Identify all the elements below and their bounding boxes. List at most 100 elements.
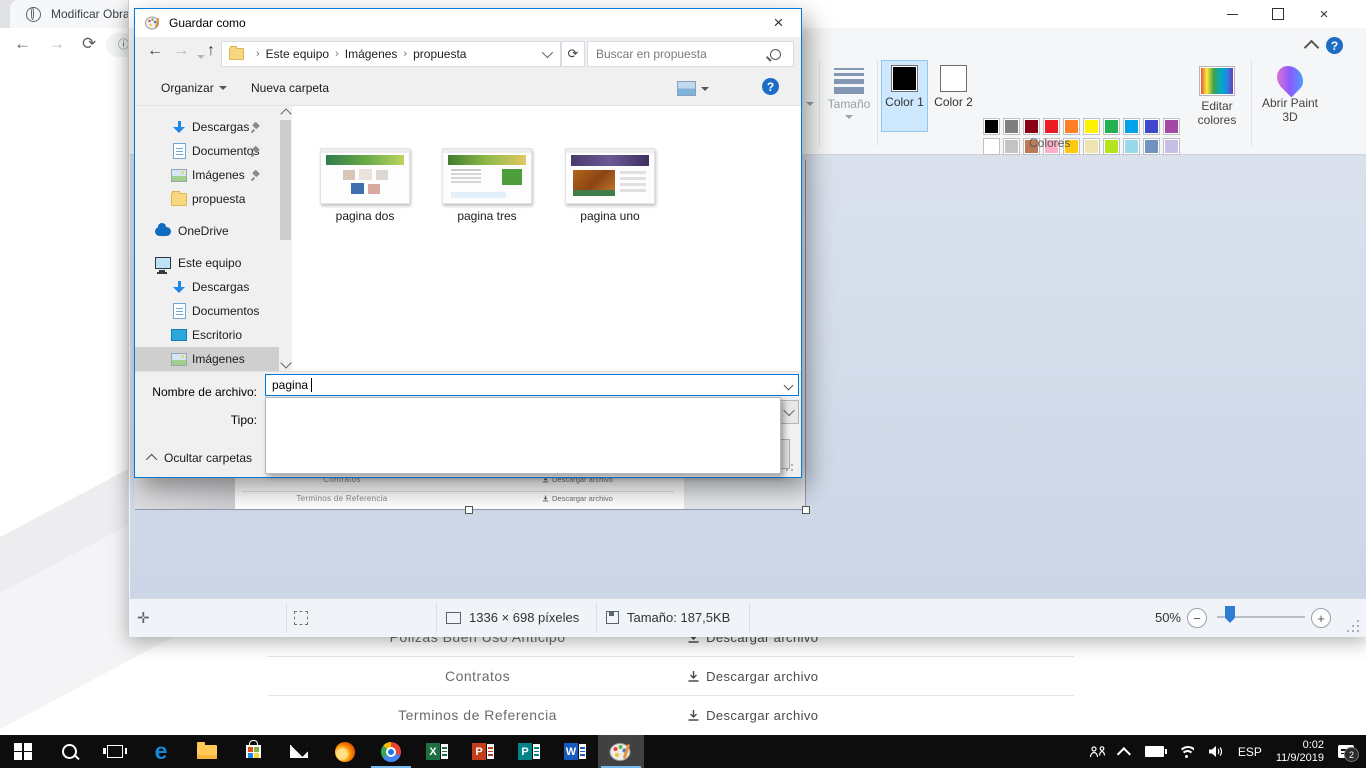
refresh-button[interactable]: ⟳ [561,41,585,67]
taskbar-search-button[interactable] [46,735,92,768]
sidebar-item-descargas2[interactable]: Descargas [135,275,279,299]
window-resize-grip[interactable] [1347,620,1359,632]
palette-swatch[interactable] [1123,118,1140,135]
palette-swatch[interactable] [983,138,1000,155]
scrollbar-thumb[interactable] [280,120,291,240]
maximize-button[interactable] [1255,0,1301,28]
palette-swatch[interactable] [1083,138,1100,155]
search-box[interactable]: Buscar en propuesta [587,41,794,67]
scroll-up-icon[interactable] [280,108,291,119]
palette-swatch[interactable] [1083,118,1100,135]
palette-swatch[interactable] [1063,118,1080,135]
open-paint3d-button[interactable]: Abrir Paint 3D [1257,60,1323,132]
people-button[interactable] [1082,735,1114,768]
taskbar-firefox[interactable] [322,735,368,768]
file-item[interactable]: pagina dos [320,148,410,223]
volume-indicator[interactable] [1201,735,1231,768]
taskbar-edge[interactable]: e [138,735,184,768]
taskbar-store[interactable] [230,735,276,768]
collapse-ribbon-icon[interactable] [1304,40,1320,56]
task-view-button[interactable] [92,735,138,768]
color1-button[interactable]: Color 1 [881,60,928,132]
canvas-resize-handle[interactable] [802,506,810,514]
zoom-out-button[interactable]: − [1187,608,1207,628]
file-list-area[interactable]: pagina dos pagina tres [292,106,801,371]
close-button[interactable]: × [1301,0,1347,28]
palette-swatch[interactable] [1003,138,1020,155]
nav-history-dropdown-icon[interactable] [197,55,205,59]
palette-swatch[interactable] [1143,138,1160,155]
view-options-button[interactable] [677,81,709,96]
sidebar-item-documentos2[interactable]: Documentos [135,299,279,323]
palette-swatch[interactable] [1163,118,1180,135]
action-center-button[interactable]: 2 [1331,735,1366,768]
hide-folders-button[interactable]: Ocultar carpetas [149,451,252,465]
sidebar-item-propuesta[interactable]: propuesta [135,187,279,211]
filetype-dropdown-button[interactable] [778,400,799,424]
sidebar-scrollbar[interactable] [279,106,292,371]
scroll-down-icon[interactable] [280,357,291,368]
taskbar-mail[interactable] [276,735,322,768]
sidebar-item-onedrive[interactable]: OneDrive [135,219,279,243]
browser-reload-icon[interactable]: ⟳ [82,34,96,54]
size-button[interactable]: Tamaño [823,60,875,132]
language-indicator[interactable]: ESP [1231,735,1269,768]
sidebar-item-este-equipo[interactable]: Este equipo [135,251,279,275]
minimize-button[interactable] [1209,0,1255,28]
taskbar-excel[interactable]: X [414,735,460,768]
sidebar-item-documentos[interactable]: Documentos [135,139,279,163]
nav-up-icon[interactable]: ↑ [207,42,215,60]
new-folder-button[interactable]: Nueva carpeta [251,81,329,95]
taskbar-publisher[interactable]: P [506,735,552,768]
dialog-close-button[interactable]: × [756,9,801,37]
palette-swatch[interactable] [1023,118,1040,135]
hidden-group-dropdown-icon[interactable] [806,102,814,106]
sidebar-item-descargas[interactable]: Descargas [135,115,279,139]
zoom-slider-thumb[interactable] [1225,606,1235,623]
palette-swatch[interactable] [1163,138,1180,155]
file-item[interactable]: pagina uno [565,148,655,223]
breadcrumb-imagenes[interactable]: Imágenes [345,47,398,61]
filename-input[interactable]: pagina [265,374,799,396]
breadcrumb-propuesta[interactable]: propuesta [413,47,466,61]
nav-back-icon[interactable]: ← [147,42,163,60]
palette-swatch[interactable] [1043,118,1060,135]
file-item[interactable]: pagina tres [442,148,532,223]
breadcrumb-dropdown-icon[interactable] [542,47,553,58]
dialog-help-button[interactable]: ? [762,78,779,95]
battery-indicator[interactable] [1138,735,1171,768]
canvas-resize-handle[interactable] [465,506,473,514]
taskbar-file-explorer[interactable] [184,735,230,768]
zoom-in-button[interactable]: + [1311,608,1331,628]
breadcrumb[interactable]: › Este equipo › Imágenes › propuesta [221,41,561,67]
taskbar-paint[interactable] [598,735,644,768]
nav-forward-icon[interactable]: → [173,42,189,60]
download-link[interactable]: Descargar archivo [687,708,818,723]
start-button[interactable] [0,735,46,768]
sidebar-item-imagenes2[interactable]: Imágenes [135,347,279,371]
sidebar-item-imagenes[interactable]: Imágenes [135,163,279,187]
palette-swatch[interactable] [1103,138,1120,155]
paint-help-button[interactable]: ? [1326,37,1343,54]
palette-swatch[interactable] [1143,118,1160,135]
color2-button[interactable]: Color 2 [930,60,977,132]
clock[interactable]: 0:02 11/9/2019 [1269,735,1331,768]
palette-swatch[interactable] [1103,118,1120,135]
filename-dropdown-icon[interactable] [784,381,794,391]
organize-button[interactable]: Organizar [161,81,227,95]
browser-forward-icon[interactable]: → [48,34,65,54]
edit-colors-button[interactable]: Editar colores [1187,60,1247,132]
breadcrumb-este-equipo[interactable]: Este equipo [266,47,329,61]
taskbar-chrome[interactable] [368,735,414,768]
taskbar-word[interactable]: W [552,735,598,768]
taskbar-powerpoint[interactable]: P [460,735,506,768]
palette-swatch[interactable] [983,118,1000,135]
palette-swatch[interactable] [1123,138,1140,155]
sidebar-item-escritorio[interactable]: Escritorio [135,323,279,347]
palette-swatch[interactable] [1003,118,1020,135]
filename-autocomplete-popup[interactable] [265,397,781,474]
browser-back-icon[interactable]: ← [14,34,31,54]
tray-expand-button[interactable] [1114,735,1138,768]
network-indicator[interactable] [1171,735,1201,768]
download-link[interactable]: Descargar archivo [687,669,818,684]
